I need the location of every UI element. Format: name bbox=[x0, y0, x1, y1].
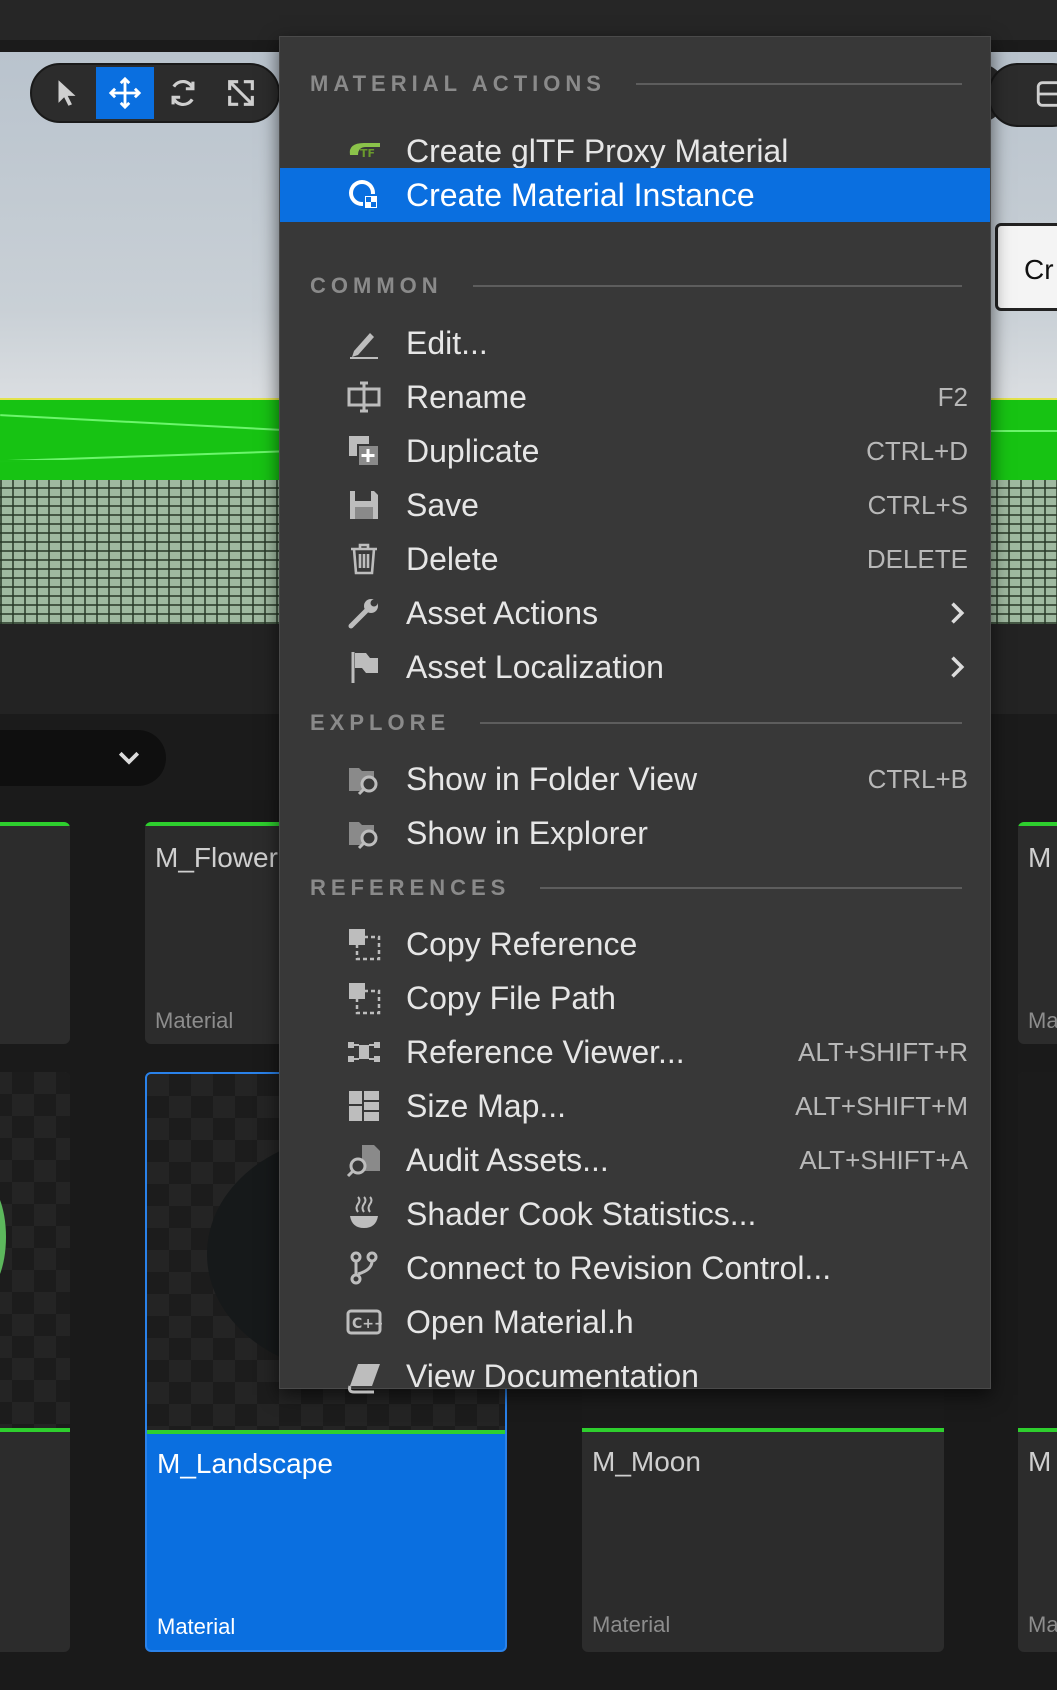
branch-icon bbox=[350, 1251, 378, 1285]
asset-type: Material bbox=[592, 1612, 671, 1637]
menu-item-asset-localization[interactable]: Asset Localization bbox=[280, 640, 990, 694]
asset-type: Ma bbox=[1028, 1612, 1057, 1637]
flag-icon bbox=[351, 652, 378, 683]
duplicate-icon bbox=[349, 436, 380, 467]
menu-item-copy-reference[interactable]: Copy Reference bbox=[280, 917, 990, 971]
asset-name: M_Moon bbox=[592, 1446, 701, 1477]
scale-tool-button[interactable] bbox=[212, 67, 270, 119]
asset-name: M_Landscape bbox=[157, 1448, 333, 1479]
menu-item-rename[interactable]: Rename F2 bbox=[280, 370, 990, 424]
menu-item-reference-viewer[interactable]: Reference Viewer... ALT+SHIFT+R bbox=[280, 1025, 990, 1079]
rotate-icon bbox=[171, 79, 195, 107]
trash-icon bbox=[351, 543, 377, 575]
wrench-icon bbox=[348, 599, 378, 629]
menu-item-copy-file-path[interactable]: Copy File Path bbox=[280, 971, 990, 1025]
shortcut-label: ALT+SHIFT+A bbox=[799, 1144, 968, 1175]
save-icon bbox=[350, 491, 378, 519]
material-instance-icon bbox=[349, 180, 379, 210]
shortcut-label: ALT+SHIFT+R bbox=[797, 1036, 968, 1067]
asset-tile[interactable]: M Ma bbox=[1018, 1072, 1057, 1652]
select-tool-button[interactable] bbox=[38, 67, 96, 119]
transform-toolbar bbox=[30, 63, 280, 123]
gltf-icon: TF bbox=[349, 143, 380, 160]
copy-path-icon bbox=[349, 983, 381, 1015]
svg-text:C++: C++ bbox=[352, 1316, 382, 1332]
menu-item-shader-cook-statistics[interactable]: Shader Cook Statistics... bbox=[280, 1187, 990, 1241]
asset-name: M bbox=[1028, 1446, 1052, 1477]
asset-tile[interactable] bbox=[0, 1072, 70, 1652]
size-map-icon bbox=[349, 1091, 379, 1121]
translate-tool-button[interactable] bbox=[96, 67, 154, 119]
cpp-icon: C++ bbox=[346, 1309, 382, 1335]
move-arrows-icon bbox=[108, 76, 142, 110]
chevron-right-icon bbox=[951, 656, 965, 678]
shortcut-label: ALT+SHIFT+M bbox=[795, 1090, 968, 1121]
rename-icon bbox=[347, 381, 381, 413]
shader-icon bbox=[350, 1196, 378, 1228]
viewport-layout-button[interactable] bbox=[988, 63, 1057, 127]
asset-name: M bbox=[1028, 842, 1052, 873]
section-common: COMMON bbox=[310, 271, 962, 301]
asset-tile[interactable]: M Ma bbox=[1018, 822, 1057, 1044]
scale-icon bbox=[228, 80, 254, 106]
section-references: REFERENCES bbox=[310, 873, 962, 903]
menu-item-delete[interactable]: Delete DELETE bbox=[280, 532, 990, 586]
section-material-actions: MATERIAL ACTIONS bbox=[310, 69, 962, 99]
asset-context-menu: MATERIAL ACTIONS TF Create glTF Proxy Ma… bbox=[279, 36, 991, 1394]
layout-icon bbox=[1036, 81, 1057, 107]
svg-text:TF: TF bbox=[360, 147, 375, 160]
menu-item-show-in-explorer[interactable]: Show in Explorer bbox=[280, 806, 990, 860]
top-bar bbox=[0, 0, 1057, 40]
pencil-icon bbox=[350, 333, 378, 359]
copy-reference-icon bbox=[349, 929, 381, 961]
menu-item-create-material-instance[interactable]: Create Material Instance bbox=[280, 168, 990, 222]
section-explore: EXPLORE bbox=[310, 708, 962, 738]
book-icon bbox=[348, 1364, 380, 1394]
menu-item-audit-assets[interactable]: Audit Assets... ALT+SHIFT+A bbox=[280, 1133, 990, 1187]
menu-item-size-map[interactable]: Size Map... ALT+SHIFT+M bbox=[280, 1079, 990, 1133]
chevron-right-icon bbox=[951, 602, 965, 624]
chevron-down-icon bbox=[118, 751, 140, 765]
shortcut-label: CTRL+S bbox=[867, 489, 968, 520]
shortcut-label: CTRL+B bbox=[867, 763, 968, 794]
menu-item-view-documentation[interactable]: View Documentation bbox=[280, 1349, 990, 1403]
path-dropdown[interactable] bbox=[0, 730, 166, 786]
asset-tile-m-flower[interactable]: M_Flower Material bbox=[145, 822, 295, 1044]
asset-type: Material bbox=[157, 1614, 236, 1639]
asset-type: Ma bbox=[1028, 1008, 1057, 1033]
menu-item-edit[interactable]: Edit... bbox=[280, 316, 990, 370]
shortcut-label: CTRL+D bbox=[866, 435, 968, 466]
menu-item-save[interactable]: Save CTRL+S bbox=[280, 478, 990, 532]
partial-button[interactable]: Cr bbox=[995, 223, 1057, 311]
menu-item-open-material-h[interactable]: C++ Open Material.h bbox=[280, 1295, 990, 1349]
menu-item-show-in-folder-view[interactable]: Show in Folder View CTRL+B bbox=[280, 752, 990, 806]
menu-item-connect-to-revision-control[interactable]: Connect to Revision Control... bbox=[280, 1241, 990, 1295]
asset-name: M_Flower bbox=[155, 842, 278, 873]
rotate-tool-button[interactable] bbox=[154, 67, 212, 119]
folder-search-icon bbox=[349, 822, 378, 850]
cursor-icon bbox=[58, 80, 76, 106]
menu-item-duplicate[interactable]: Duplicate CTRL+D bbox=[280, 424, 990, 478]
shortcut-label: DELETE bbox=[866, 543, 968, 574]
asset-type: Material bbox=[155, 1008, 234, 1033]
asset-tile[interactable] bbox=[0, 822, 70, 1044]
shortcut-label: F2 bbox=[937, 381, 968, 412]
reference-viewer-icon bbox=[348, 1042, 380, 1062]
folder-search-icon bbox=[349, 768, 378, 796]
menu-item-asset-actions[interactable]: Asset Actions bbox=[280, 586, 990, 640]
audit-icon bbox=[346, 1145, 380, 1178]
